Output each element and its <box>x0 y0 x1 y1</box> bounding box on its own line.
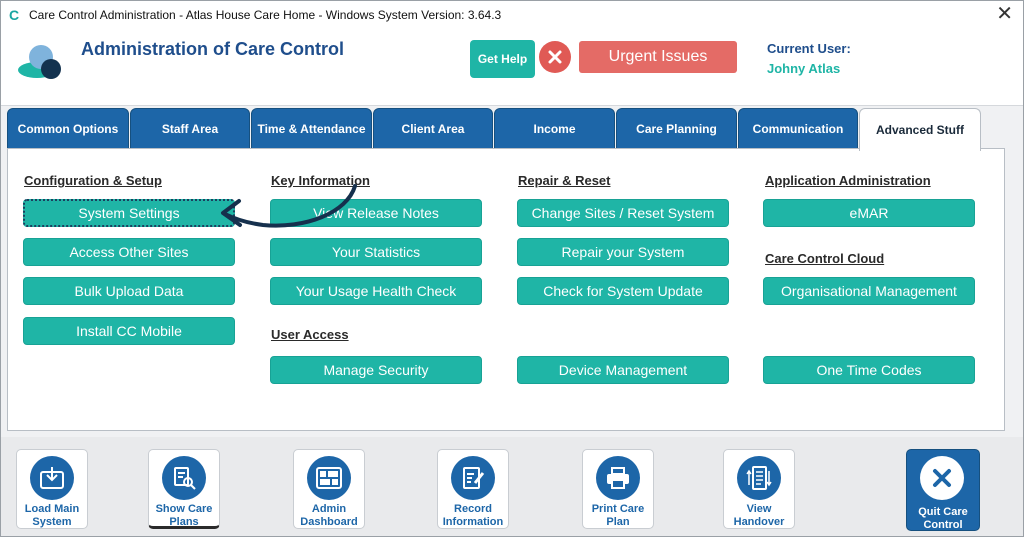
repair-system-button[interactable]: Repair your System <box>517 238 729 266</box>
urgent-issues-button[interactable]: Urgent Issues <box>579 41 737 73</box>
section-configuration-setup: Configuration & Setup <box>24 173 162 188</box>
manage-security-button[interactable]: Manage Security <box>270 356 482 384</box>
record-information-label: Record Information <box>442 503 504 528</box>
tab-communication[interactable]: Communication <box>738 108 858 149</box>
access-other-sites-button[interactable]: Access Other Sites <box>23 238 235 266</box>
view-handover-button[interactable]: View Handover <box>723 449 795 529</box>
emar-button[interactable]: eMAR <box>763 199 975 227</box>
system-settings-button[interactable]: System Settings <box>23 199 235 227</box>
show-care-plans-button[interactable]: Show Care Plans <box>148 449 220 529</box>
tab-time-attendance[interactable]: Time & Attendance <box>251 108 372 149</box>
section-repair-reset: Repair & Reset <box>518 173 611 188</box>
usage-health-check-button[interactable]: Your Usage Health Check <box>270 277 482 305</box>
change-sites-reset-button[interactable]: Change Sites / Reset System <box>517 199 729 227</box>
current-user-name: Johny Atlas <box>767 61 841 76</box>
care-control-logo-icon <box>18 45 61 79</box>
tab-care-planning[interactable]: Care Planning <box>616 108 737 149</box>
tab-common-options[interactable]: Common Options <box>7 108 129 149</box>
page-title: Administration of Care Control <box>81 39 345 59</box>
advanced-stuff-panel: Configuration & Setup System Settings Ac… <box>7 148 1005 431</box>
app-logo-icon: C <box>9 7 20 23</box>
printer-icon <box>596 456 640 500</box>
device-management-button[interactable]: Device Management <box>517 356 729 384</box>
tab-client-area[interactable]: Client Area <box>373 108 493 149</box>
one-time-codes-button[interactable]: One Time Codes <box>763 356 975 384</box>
bulk-upload-data-button[interactable]: Bulk Upload Data <box>23 277 235 305</box>
dashboard-icon <box>307 456 351 500</box>
section-application-administration: Application Administration <box>765 173 931 188</box>
view-release-notes-button[interactable]: View Release Notes <box>270 199 482 227</box>
load-icon <box>30 456 74 500</box>
install-cc-mobile-button[interactable]: Install CC Mobile <box>23 317 235 345</box>
print-care-plan-label: Print Care Plan <box>591 503 645 528</box>
care-plans-icon <box>162 456 206 500</box>
record-information-button[interactable]: Record Information <box>437 449 509 529</box>
load-main-system-label: Load Main System <box>24 503 80 528</box>
app-window: C Care Control Administration - Atlas Ho… <box>0 0 1024 537</box>
tab-advanced-stuff[interactable]: Advanced Stuff <box>859 108 981 151</box>
quit-care-control-label: Quit Care Control <box>918 506 968 531</box>
header: Administration of Care Control Get Help … <box>1 29 1023 106</box>
record-icon <box>451 456 495 500</box>
get-help-button[interactable]: Get Help <box>470 40 535 78</box>
tab-staff-area[interactable]: Staff Area <box>130 108 250 149</box>
quit-care-control-button[interactable]: Quit Care Control <box>906 449 980 531</box>
admin-dashboard-button[interactable]: Admin Dashboard <box>293 449 365 529</box>
section-care-control-cloud: Care Control Cloud <box>765 251 885 266</box>
section-user-access: User Access <box>271 327 349 342</box>
check-system-update-button[interactable]: Check for System Update <box>517 277 729 305</box>
title-bar: C Care Control Administration - Atlas Ho… <box>1 1 1023 29</box>
print-care-plan-button[interactable]: Print Care Plan <box>582 449 654 529</box>
close-window-button[interactable]: ✕ <box>996 3 1013 25</box>
handover-icon <box>737 456 781 500</box>
current-user-label: Current User: <box>767 41 851 56</box>
urgent-alert-icon[interactable] <box>539 41 571 73</box>
tab-income[interactable]: Income <box>494 108 615 149</box>
your-statistics-button[interactable]: Your Statistics <box>270 238 482 266</box>
section-key-information: Key Information <box>271 173 370 188</box>
load-main-system-button[interactable]: Load Main System <box>16 449 88 529</box>
show-care-plans-label: Show Care Plans <box>155 503 213 528</box>
window-title: Care Control Administration - Atlas Hous… <box>29 8 502 22</box>
view-handover-label: View Handover <box>733 503 785 528</box>
quit-icon <box>920 456 964 500</box>
admin-dashboard-label: Admin Dashboard <box>300 503 358 528</box>
bottom-toolbar: Load Main System Show Care Plans Admin D… <box>1 437 1023 536</box>
organisational-management-button[interactable]: Organisational Management <box>763 277 975 305</box>
